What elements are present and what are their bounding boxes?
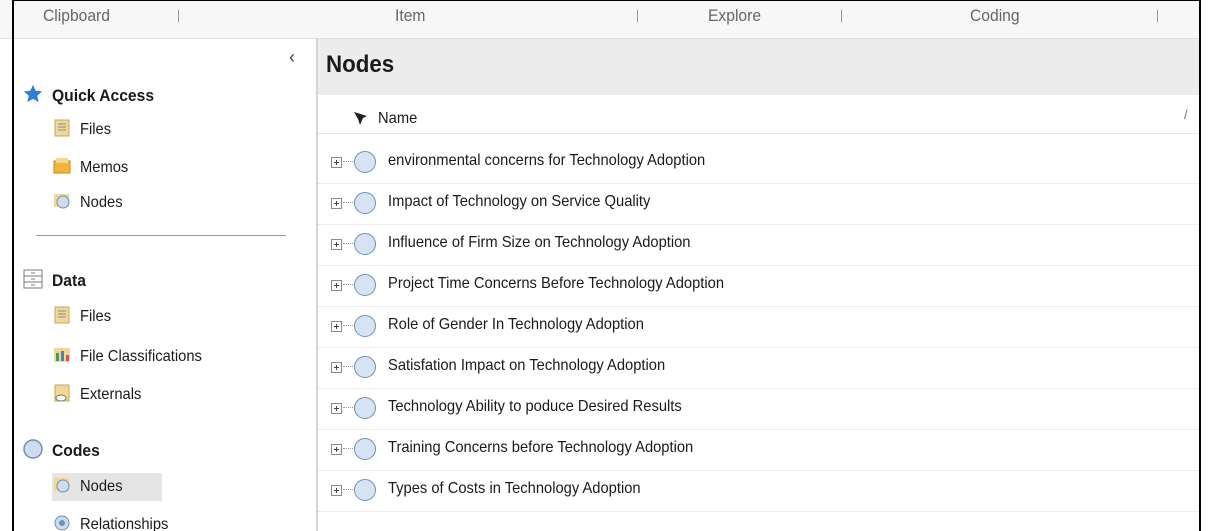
section-label: Data bbox=[52, 271, 86, 290]
tree-connector bbox=[343, 243, 353, 244]
column-header-name[interactable]: Name bbox=[378, 110, 417, 128]
node-icon bbox=[354, 315, 376, 337]
node-icon bbox=[354, 479, 376, 501]
ribbon-separator bbox=[637, 10, 638, 22]
window-border-top bbox=[12, 0, 1201, 1]
codes-item-nodes[interactable]: Nodes bbox=[52, 473, 162, 501]
node-icon bbox=[354, 438, 376, 460]
expand-icon[interactable] bbox=[331, 157, 342, 168]
item-label: File Classifications bbox=[80, 348, 202, 365]
table-row[interactable]: Project Time Concerns Before Technology … bbox=[318, 266, 1199, 307]
node-name: Role of Gender In Technology Adoption bbox=[388, 316, 644, 333]
node-name: Types of Costs in Technology Adoption bbox=[388, 480, 641, 497]
expand-icon[interactable] bbox=[331, 280, 342, 291]
ribbon-group-bar: Clipboard Item Explore Coding bbox=[0, 0, 1200, 39]
files-icon bbox=[52, 118, 72, 143]
table-row[interactable]: Impact of Technology on Service Quality bbox=[318, 184, 1199, 225]
data-item-file-classifications[interactable]: File Classifications bbox=[52, 343, 212, 371]
table-row[interactable]: environmental concerns for Technology Ad… bbox=[318, 143, 1199, 184]
expand-icon[interactable] bbox=[331, 321, 342, 332]
tree-connector bbox=[343, 407, 353, 408]
externals-icon bbox=[52, 383, 72, 408]
section-codes[interactable]: Codes bbox=[22, 436, 104, 466]
table-row[interactable]: Role of Gender In Technology Adoption bbox=[318, 307, 1199, 348]
quick-access-item-nodes[interactable]: Nodes bbox=[52, 189, 126, 217]
file-classifications-icon bbox=[52, 345, 72, 370]
node-name: Project Time Concerns Before Technology … bbox=[388, 275, 725, 292]
node-name: Influence of Firm Size on Technology Ado… bbox=[388, 234, 691, 251]
tree-connector bbox=[343, 366, 353, 367]
tree-connector bbox=[343, 448, 353, 449]
expand-icon[interactable] bbox=[331, 239, 342, 250]
codes-item-relationships[interactable]: Relationships bbox=[52, 511, 176, 531]
table-row[interactable]: Influence of Firm Size on Technology Ado… bbox=[318, 225, 1199, 266]
section-quick-access[interactable]: Quick Access bbox=[22, 81, 163, 111]
nav-divider bbox=[36, 235, 286, 236]
node-icon bbox=[354, 356, 376, 378]
list-title-bar: Nodes bbox=[318, 39, 1199, 95]
expand-icon[interactable] bbox=[331, 362, 342, 373]
item-label: Nodes bbox=[80, 194, 123, 211]
tree-connector bbox=[343, 489, 353, 490]
table-row[interactable]: Technology Ability to poduce Desired Res… bbox=[318, 389, 1199, 430]
data-item-files[interactable]: Files bbox=[52, 303, 114, 331]
quick-access-item-files[interactable]: Files bbox=[52, 116, 114, 144]
item-label: Relationships bbox=[80, 516, 169, 531]
node-icon bbox=[354, 233, 376, 255]
expand-icon[interactable] bbox=[331, 444, 342, 455]
node-icon bbox=[354, 397, 376, 419]
table-row[interactable]: Training Concerns before Technology Adop… bbox=[318, 430, 1199, 471]
table-row[interactable]: Types of Costs in Technology Adoption bbox=[318, 471, 1199, 512]
navigation-pane: ‹ Quick Access Files Memos Nodes Data Fi… bbox=[14, 39, 316, 531]
ribbon-group-clipboard: Clipboard bbox=[43, 6, 110, 25]
pin-icon[interactable] bbox=[350, 107, 372, 129]
item-label: Files bbox=[80, 308, 112, 325]
ribbon-separator bbox=[1157, 10, 1158, 22]
tree-connector bbox=[343, 325, 353, 326]
expand-icon[interactable] bbox=[331, 198, 342, 209]
star-icon bbox=[22, 83, 44, 110]
section-label: Codes bbox=[52, 441, 100, 460]
node-name: Satisfation Impact on Technology Adoptio… bbox=[388, 357, 666, 374]
node-icon bbox=[354, 274, 376, 296]
ribbon-group-coding: Coding bbox=[970, 6, 1020, 25]
nodes-icon bbox=[52, 475, 72, 500]
quick-access-item-memos[interactable]: Memos bbox=[52, 154, 132, 182]
node-name: Training Concerns before Technology Adop… bbox=[388, 439, 694, 456]
node-icon bbox=[354, 192, 376, 214]
tree-connector bbox=[343, 161, 353, 162]
table-row[interactable]: Satisfation Impact on Technology Adoptio… bbox=[318, 348, 1199, 389]
nodes-icon bbox=[52, 191, 72, 216]
tree-connector bbox=[343, 284, 353, 285]
section-data[interactable]: Data bbox=[22, 266, 89, 296]
relationships-icon bbox=[52, 513, 72, 531]
ribbon-separator bbox=[178, 10, 179, 22]
ribbon-separator bbox=[841, 10, 842, 22]
data-item-externals[interactable]: Externals bbox=[52, 381, 147, 409]
expand-icon[interactable] bbox=[331, 485, 342, 496]
item-label: Nodes bbox=[80, 478, 123, 495]
nodes-list-view: Nodes Name / environmental concerns for … bbox=[318, 39, 1199, 531]
page-title: Nodes bbox=[326, 51, 395, 78]
ribbon-group-item: Item bbox=[395, 6, 426, 25]
collapse-pane-button[interactable]: ‹ bbox=[289, 47, 295, 68]
section-label: Quick Access bbox=[52, 86, 155, 105]
memos-icon bbox=[52, 156, 72, 181]
item-label: Externals bbox=[80, 386, 142, 403]
sort-indicator-icon: / bbox=[1184, 107, 1188, 122]
tree-connector bbox=[343, 202, 353, 203]
expand-icon[interactable] bbox=[331, 403, 342, 414]
column-header: Name / bbox=[318, 95, 1199, 134]
node-name: Impact of Technology on Service Quality bbox=[388, 193, 651, 210]
data-icon bbox=[22, 268, 44, 295]
window-border-right bbox=[1199, 0, 1201, 531]
node-icon bbox=[354, 151, 376, 173]
item-label: Files bbox=[80, 121, 112, 138]
node-name: Technology Ability to poduce Desired Res… bbox=[388, 398, 682, 415]
files-icon bbox=[52, 305, 72, 330]
codes-icon bbox=[22, 438, 44, 465]
node-name: environmental concerns for Technology Ad… bbox=[388, 152, 706, 169]
item-label: Memos bbox=[80, 159, 129, 176]
ribbon-group-explore: Explore bbox=[708, 6, 762, 25]
